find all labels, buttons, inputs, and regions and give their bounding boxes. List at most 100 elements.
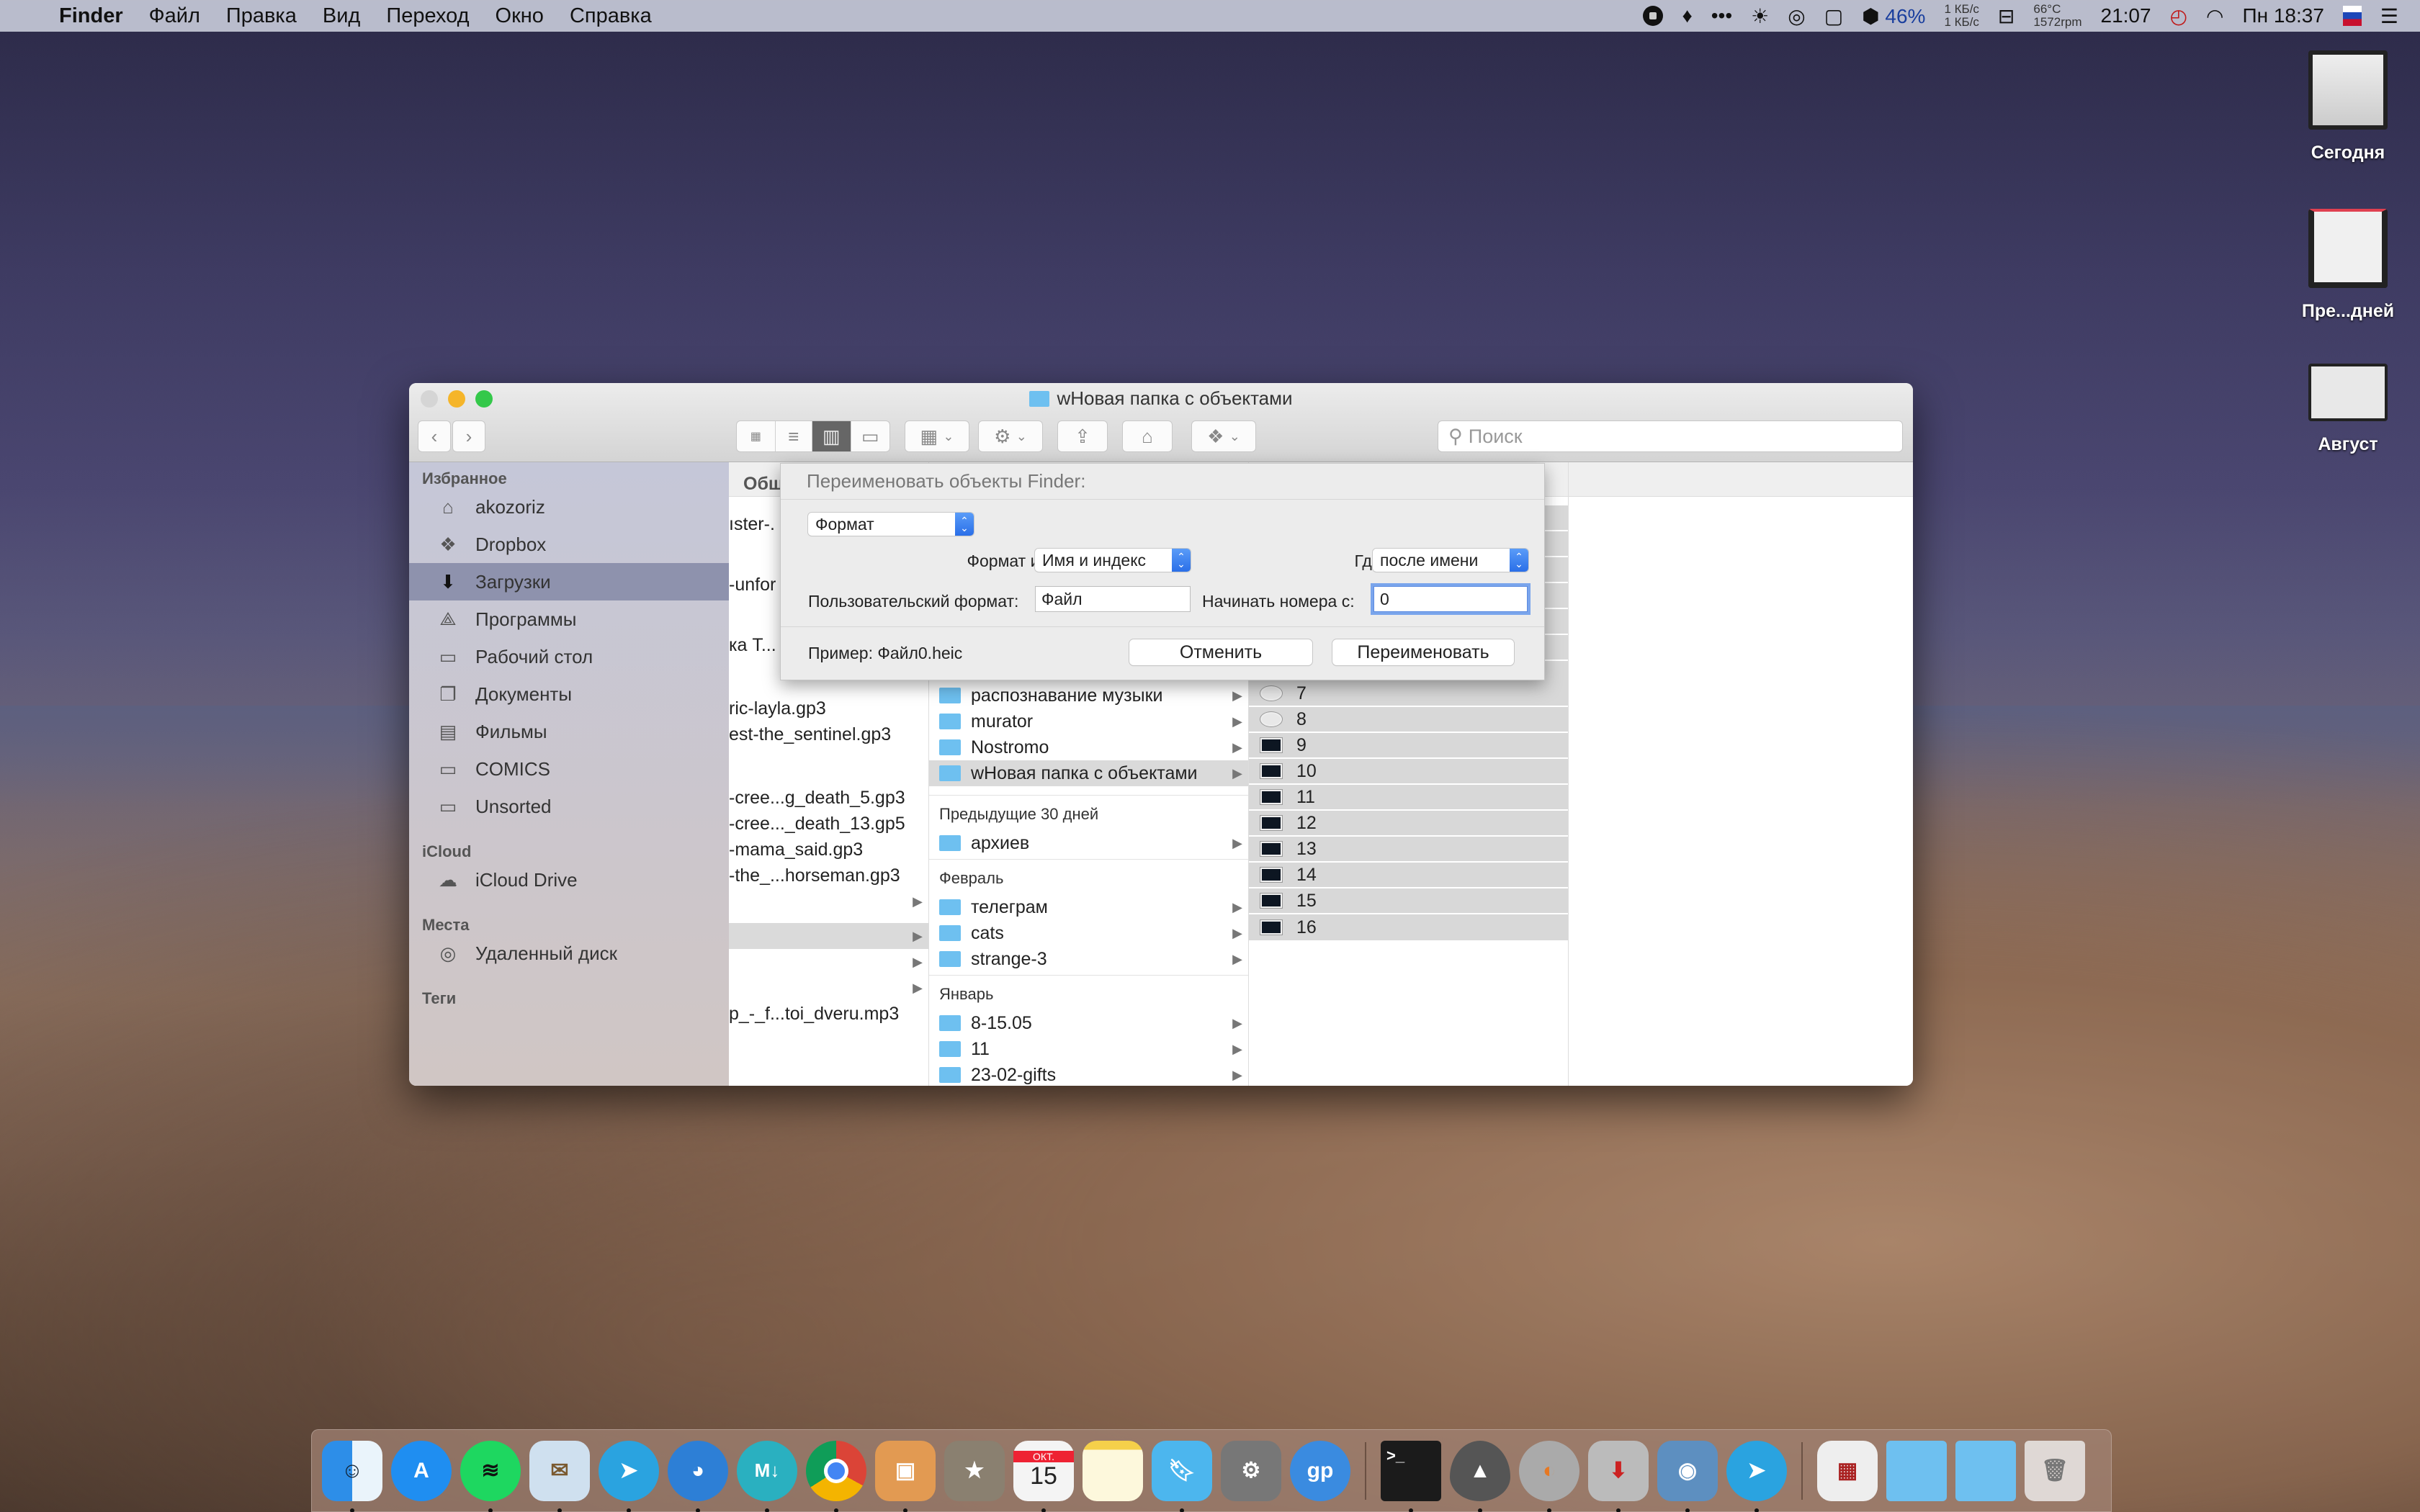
dock-system-preferences[interactable]: ⚙ xyxy=(1221,1440,1281,1501)
list-item-selected[interactable]: wНовая папка с объектами ▶ xyxy=(929,760,1248,786)
start-number-input[interactable]: 0 xyxy=(1373,586,1528,612)
list-item[interactable]: ▶ xyxy=(729,888,928,914)
owl-icon[interactable]: ◎ xyxy=(1788,4,1805,28)
flag-ru-icon[interactable] xyxy=(2342,6,2362,26)
list-item[interactable]: 15 xyxy=(1249,888,1568,914)
network-speed[interactable]: 1 КБ/с 1 КБ/с xyxy=(1944,3,1978,29)
menu-app-finder[interactable]: Finder xyxy=(59,4,123,28)
sidebar-item-dropbox[interactable]: ❖ Dropbox xyxy=(409,526,729,563)
brightness-icon[interactable]: ☀ xyxy=(1751,4,1769,28)
sidebar-item-documents[interactable]: ❐ Документы xyxy=(409,675,729,713)
list-item[interactable]: 11 xyxy=(1249,785,1568,811)
share-button[interactable]: ⇪ xyxy=(1057,420,1108,452)
sidebar-item-applications[interactable]: ⟁ Программы xyxy=(409,600,729,638)
sidebar-item-desktop[interactable]: ▭ Рабочий стол xyxy=(409,638,729,675)
list-item[interactable]: 12 xyxy=(1249,811,1568,837)
list-item[interactable]: 9 xyxy=(1249,733,1568,759)
list-item[interactable]: ric-layla.gp3 xyxy=(729,696,928,721)
sidebar-item-remote-disc[interactable]: ◎ Удаленный диск xyxy=(409,935,729,972)
menu-go[interactable]: Переход xyxy=(386,4,469,28)
menu-window[interactable]: Окно xyxy=(496,4,544,28)
display-icon[interactable]: ▢ xyxy=(1824,4,1843,28)
list-item[interactable]: -the_...horseman.gp3 xyxy=(729,863,928,888)
sidebar-item-icloud-drive[interactable]: ☁ iCloud Drive xyxy=(409,861,729,899)
dock-mail[interactable]: ✉ xyxy=(529,1440,590,1512)
dock-trash[interactable]: 🗑︎ xyxy=(2025,1440,2085,1501)
dock-finder[interactable]: ☺ xyxy=(322,1440,382,1512)
dock-documents-stack[interactable] xyxy=(1955,1440,2016,1501)
list-item[interactable]: 7 xyxy=(1249,681,1568,707)
custom-format-input[interactable]: Файл xyxy=(1035,586,1191,612)
desktop-stack-today[interactable]: Сегодня xyxy=(2290,50,2406,163)
wifi-icon[interactable]: ◠ xyxy=(2206,4,2223,28)
dock-pixelmator[interactable]: ▣ xyxy=(875,1440,936,1512)
dock-folder-stack[interactable] xyxy=(1886,1440,1947,1501)
list-item[interactable]: 16 xyxy=(1249,914,1568,940)
timer-icon[interactable]: ◴ xyxy=(2170,4,2187,28)
rename-button[interactable]: Переименовать xyxy=(1332,639,1514,665)
dock-spotify[interactable]: ≋ xyxy=(460,1440,521,1512)
menu-edit[interactable]: Правка xyxy=(226,4,297,28)
dock-telegram-desktop[interactable]: ➤ xyxy=(1726,1440,1787,1512)
list-item[interactable]: архиев ▶ xyxy=(929,830,1248,856)
list-item[interactable]: ▶ xyxy=(729,975,928,1001)
power-icon[interactable]: ⊟ xyxy=(1998,4,2015,28)
desktop-stack-august[interactable]: Август xyxy=(2290,364,2406,455)
dock-terminal[interactable]: >_ xyxy=(1381,1440,1441,1512)
desktop-stack-previous[interactable]: Пре...дней xyxy=(2290,209,2406,322)
dock-markdown[interactable]: M↓ xyxy=(737,1440,797,1512)
list-view-button[interactable]: ≡ xyxy=(776,421,813,451)
group-button[interactable]: ▦ ⌄ xyxy=(905,420,969,452)
dock-cyberduck[interactable]: ◐ xyxy=(1519,1440,1579,1512)
list-item[interactable]: 14 xyxy=(1249,863,1568,888)
list-item[interactable]: 11 ▶ xyxy=(929,1036,1248,1062)
flame-icon[interactable]: ♦ xyxy=(1682,4,1692,27)
sidebar-item-movies[interactable]: ▤ Фильмы xyxy=(409,713,729,750)
rename-mode-popup[interactable]: Формат ⌃ ⌄ xyxy=(808,513,974,536)
gallery-view-button[interactable]: ▭ xyxy=(851,421,889,451)
list-item[interactable]: 13 xyxy=(1249,837,1568,863)
name-format-popup[interactable]: Имя и индекс ⌃ ⌄ xyxy=(1035,549,1191,572)
dock-day-one[interactable]: 🔖︎ xyxy=(1152,1440,1212,1512)
battery-icon[interactable]: ⬢ 46% xyxy=(1862,4,1925,28)
list-item[interactable]: ▶ xyxy=(729,923,928,949)
list-item[interactable]: Nostromo ▶ xyxy=(929,734,1248,760)
dock-telegram[interactable]: ➤ xyxy=(599,1440,659,1512)
list-item[interactable]: murator ▶ xyxy=(929,708,1248,734)
dock-transmission[interactable]: ⬇ xyxy=(1588,1440,1649,1512)
menu-file[interactable]: Файл xyxy=(149,4,200,28)
cancel-button[interactable]: Отменить xyxy=(1129,639,1312,665)
record-icon[interactable] xyxy=(1643,6,1664,26)
dock-calendar[interactable]: ОКТ. 15 xyxy=(1013,1440,1074,1512)
dock-preview[interactable]: ◉ xyxy=(1657,1440,1718,1512)
tags-button[interactable]: ⌂ xyxy=(1122,420,1173,452)
dock-alfred[interactable]: ▲ xyxy=(1450,1440,1510,1512)
more-dots-icon[interactable]: ••• xyxy=(1711,4,1732,27)
list-item[interactable]: 10 xyxy=(1249,759,1568,785)
action-button[interactable]: ⚙ ⌄ xyxy=(978,420,1043,452)
dropbox-button[interactable]: ❖ ⌄ xyxy=(1191,420,1256,452)
sidebar-item-downloads[interactable]: ⬇ Загрузки xyxy=(409,563,729,600)
temp-fan-readout[interactable]: 66°C 1572rpm xyxy=(2033,3,2081,29)
list-item[interactable]: 23-02-gifts ▶ xyxy=(929,1062,1248,1086)
sidebar-item-comics[interactable]: ▭ COMICS xyxy=(409,750,729,788)
menu-view[interactable]: Вид xyxy=(323,4,360,28)
sidebar-item-unsorted[interactable]: ▭ Unsorted xyxy=(409,788,729,825)
list-item[interactable]: ▶ xyxy=(729,949,928,975)
list-item[interactable]: p_-_f...toi_dveru.mp3 xyxy=(729,1001,928,1027)
dock-notes[interactable] xyxy=(1083,1440,1143,1501)
dock-guitar-pro[interactable]: gp xyxy=(1290,1440,1350,1501)
where-popup[interactable]: после имени ⌃ ⌄ xyxy=(1373,549,1528,572)
list-item[interactable]: 8 xyxy=(1249,707,1568,733)
dock-downloads-stack[interactable]: ▦ xyxy=(1817,1440,1878,1501)
list-item[interactable]: 8-15.05 ▶ xyxy=(929,1010,1248,1036)
sidebar-item-home[interactable]: ⌂ akozoriz xyxy=(409,488,729,526)
list-item[interactable]: телеграм ▶ xyxy=(929,894,1248,920)
dock-tweetbot[interactable]: ◕ xyxy=(668,1440,728,1512)
dock-reeder[interactable]: ★ xyxy=(944,1440,1005,1501)
dock-chrome[interactable] xyxy=(806,1440,866,1512)
list-item[interactable]: cats ▶ xyxy=(929,920,1248,946)
list-item[interactable]: -mama_said.gp3 xyxy=(729,837,928,863)
column-view-button[interactable]: ▥ xyxy=(812,421,851,451)
clock-time[interactable]: 21:07 xyxy=(2101,4,2151,27)
